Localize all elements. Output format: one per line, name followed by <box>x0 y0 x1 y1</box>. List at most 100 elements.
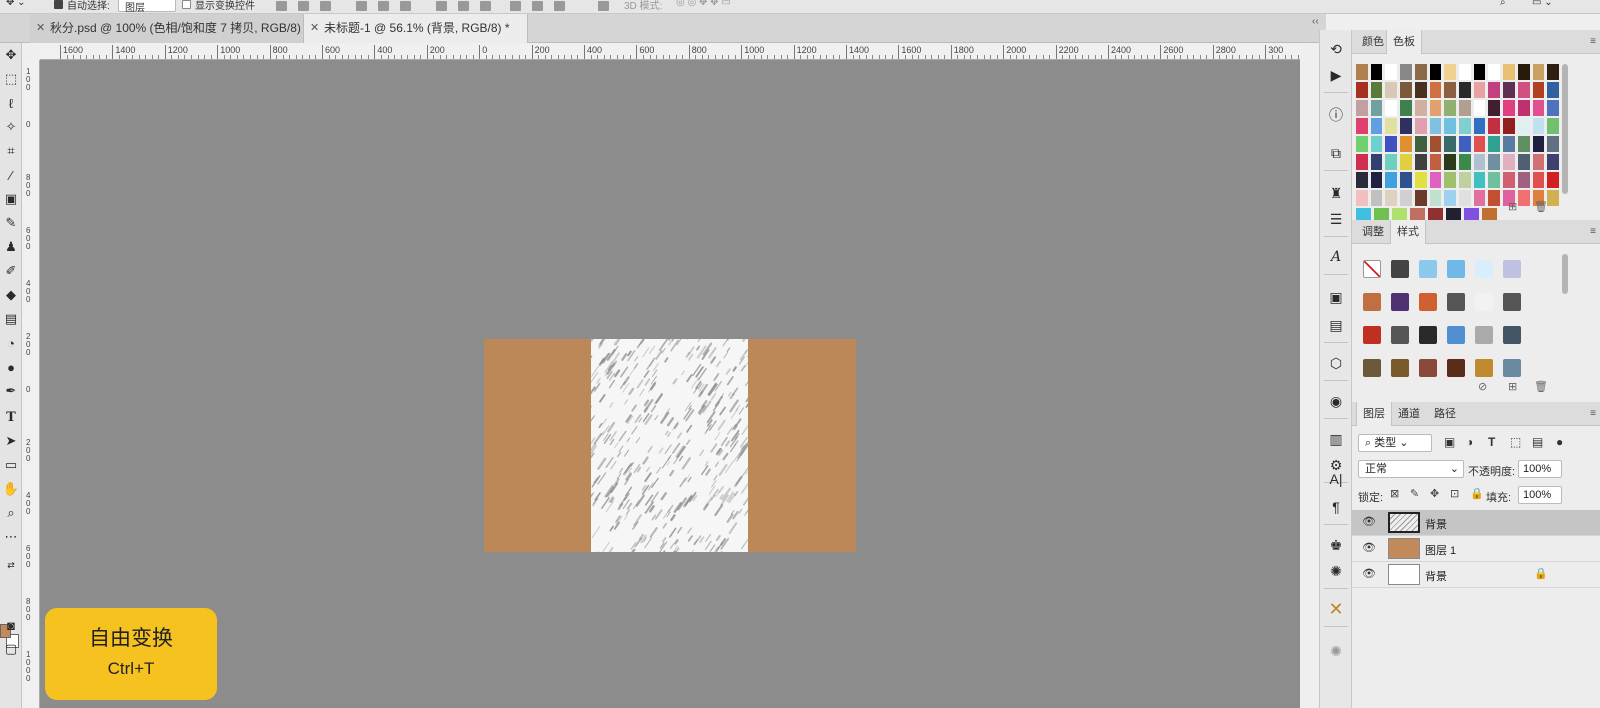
layer-filter-select[interactable]: ⌕ 类型 ⌄ <box>1358 434 1432 452</box>
workspace-icon[interactable]: ▭ ⌄ <box>1532 0 1553 8</box>
style-preset[interactable] <box>1503 260 1521 278</box>
color-swatch[interactable] <box>1414 172 1427 188</box>
libraries-icon[interactable]: ▥ <box>1325 428 1347 450</box>
color-swatch[interactable] <box>1517 64 1530 80</box>
color-swatch[interactable] <box>1356 100 1368 116</box>
style-preset[interactable] <box>1419 326 1437 344</box>
color-swatch[interactable] <box>1414 190 1427 206</box>
color-swatch[interactable] <box>1488 172 1501 188</box>
align-right-icon[interactable] <box>400 1 411 11</box>
color-swatch[interactable] <box>1400 136 1412 152</box>
style-preset[interactable] <box>1419 293 1437 311</box>
move-tool-preset-icon[interactable]: ✥ ⌄ <box>6 0 26 8</box>
color-swatch[interactable] <box>1414 154 1427 170</box>
blend-mode-select[interactable]: 正常 ⌄ <box>1358 460 1464 478</box>
color-swatch[interactable] <box>1385 64 1398 80</box>
color-swatch[interactable] <box>1503 172 1515 188</box>
healing-brush-tool-icon[interactable]: ▣ <box>1 189 21 209</box>
color-swatch[interactable] <box>1517 100 1530 116</box>
tab-autumn-psd[interactable]: ✕ 秋分.psd @ 100% (色相/饱和度 7 拷贝, RGB/8) <box>30 14 304 43</box>
tab-layers[interactable]: 图层 <box>1356 402 1392 426</box>
clone-source-icon[interactable]: ⧉ <box>1325 142 1347 164</box>
style-preset[interactable] <box>1363 326 1381 344</box>
path-selection-tool-icon[interactable]: ➤ <box>1 431 21 451</box>
color-swatch[interactable] <box>1429 190 1442 206</box>
plugin-icon[interactable]: ✺ <box>1325 640 1347 662</box>
marquee-tool-icon[interactable]: ⬚ <box>1 69 21 89</box>
color-swatch[interactable] <box>1517 82 1530 98</box>
magic-wand-tool-icon[interactable]: ✧ <box>1 117 21 137</box>
color-swatch[interactable] <box>1400 118 1412 134</box>
filter-toggle-icon[interactable]: ● <box>1556 435 1563 449</box>
distribute-left-icon[interactable] <box>510 1 521 11</box>
layer-row[interactable]: 👁 背景 <box>1352 510 1600 536</box>
color-swatch[interactable] <box>1547 82 1560 98</box>
panel-menu-icon[interactable]: ≡ <box>1590 36 1596 47</box>
tools-extension-icon[interactable]: ✕ <box>1325 598 1347 620</box>
new-swatch-icon[interactable]: ⊞ <box>1508 200 1517 213</box>
color-swatch[interactable] <box>1429 172 1442 188</box>
layer-row[interactable]: 👁 背景 🔒 <box>1352 562 1600 588</box>
color-swatch[interactable] <box>1532 82 1545 98</box>
color-swatch[interactable] <box>1385 190 1398 206</box>
history-brush-tool-icon[interactable]: ✐ <box>1 261 21 281</box>
eraser-tool-icon[interactable]: ◆ <box>1 285 21 305</box>
style-preset[interactable] <box>1391 293 1409 311</box>
style-preset[interactable] <box>1391 359 1409 377</box>
color-swatch[interactable] <box>1400 64 1412 80</box>
color-swatch[interactable] <box>1532 172 1545 188</box>
character-icon[interactable]: A <box>1325 246 1347 268</box>
color-swatch[interactable] <box>1503 118 1515 134</box>
color-swatch[interactable] <box>1459 82 1471 98</box>
color-swatch[interactable] <box>1459 100 1471 116</box>
paragraph-styles-icon[interactable]: A| <box>1325 468 1347 490</box>
tab-untitled-1[interactable]: ✕ 未标题-1 @ 56.1% (背景, RGB/8) * <box>304 14 528 43</box>
color-swatch[interactable] <box>1370 100 1383 116</box>
color-swatch[interactable] <box>1532 154 1545 170</box>
color-swatch[interactable] <box>1385 82 1398 98</box>
distribute-right-icon[interactable] <box>554 1 565 11</box>
paragraph-icon[interactable]: ¶ <box>1325 496 1347 518</box>
notes-icon[interactable]: ▤ <box>1325 314 1347 336</box>
color-swatch[interactable] <box>1370 172 1383 188</box>
quick-mask-icon[interactable]: ◙ <box>1 615 21 635</box>
actions-play-icon[interactable]: ▶ <box>1325 64 1347 86</box>
visibility-eye-icon[interactable]: 👁 <box>1362 515 1376 528</box>
color-swatch[interactable] <box>1503 82 1515 98</box>
pen-tool-icon[interactable]: ✒ <box>1 381 21 401</box>
color-swatch[interactable] <box>1400 154 1412 170</box>
color-swatch[interactable] <box>1473 136 1486 152</box>
style-preset[interactable] <box>1447 326 1465 344</box>
distribute-hcenter-icon[interactable] <box>532 1 543 11</box>
color-swatch[interactable] <box>1503 100 1515 116</box>
color-swatch[interactable] <box>1429 118 1442 134</box>
style-preset[interactable] <box>1363 293 1381 311</box>
color-swatch[interactable] <box>1488 190 1501 206</box>
close-icon[interactable]: ✕ <box>36 14 45 43</box>
color-swatch[interactable] <box>1429 154 1442 170</box>
document-canvas[interactable]: ➤ <box>484 339 856 552</box>
tab-color[interactable]: 颜色 <box>1356 30 1390 54</box>
color-swatch[interactable] <box>1429 82 1442 98</box>
color-swatch[interactable] <box>1459 136 1471 152</box>
color-swatch[interactable] <box>1429 64 1442 80</box>
swatches-scrollbar[interactable] <box>1562 64 1568 194</box>
hand-tool-icon[interactable]: ✋ <box>1 479 21 499</box>
3d-icon[interactable]: ⬡ <box>1325 352 1347 374</box>
show-transform-checkbox[interactable] <box>182 0 191 9</box>
styles-scrollbar[interactable] <box>1562 254 1568 294</box>
lock-position-icon[interactable]: ✥ <box>1430 487 1439 500</box>
color-swatch[interactable] <box>1400 172 1412 188</box>
eyedropper-tool-icon[interactable]: ⁄ <box>1 165 21 185</box>
color-swatch[interactable] <box>1356 154 1368 170</box>
properties-icon[interactable]: ◉ <box>1325 390 1347 412</box>
color-swatch[interactable] <box>1459 190 1471 206</box>
color-swatch[interactable] <box>1385 118 1398 134</box>
color-swatch[interactable] <box>1473 100 1486 116</box>
color-swatch[interactable] <box>1473 82 1486 98</box>
style-preset[interactable] <box>1503 326 1521 344</box>
layer-row[interactable]: 👁 图层 1 <box>1352 536 1600 562</box>
color-swatch[interactable] <box>1547 64 1560 80</box>
delete-style-icon[interactable]: 🗑 <box>1534 380 1548 393</box>
auto-align-icon[interactable] <box>598 1 609 11</box>
